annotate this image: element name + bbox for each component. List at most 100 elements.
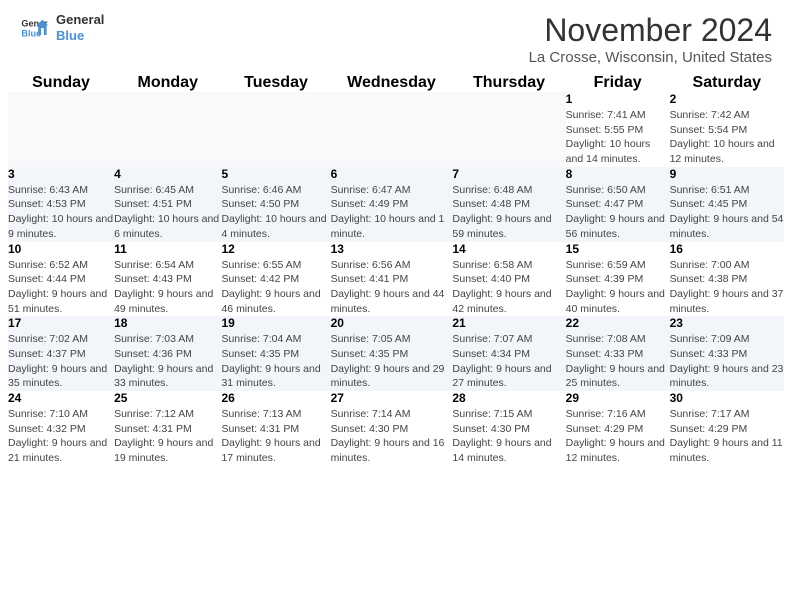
day-header-tuesday: Tuesday	[221, 74, 330, 92]
day-header-friday: Friday	[566, 74, 670, 92]
day-number: 17	[8, 316, 114, 330]
calendar-cell: 23Sunrise: 7:09 AMSunset: 4:33 PMDayligh…	[670, 316, 784, 391]
day-info: Sunrise: 7:02 AMSunset: 4:37 PMDaylight:…	[8, 332, 114, 391]
calendar-cell: 6 Sunrise: 6:47 AMSunset: 4:49 PMDaylight…	[331, 167, 453, 242]
day-info: Sunrise: 6:48 AMSunset: 4:48 PMDaylight:…	[452, 183, 565, 242]
day-info: Sunrise: 6:59 AMSunset: 4:39 PMDaylight:…	[566, 258, 670, 317]
calendar-cell: 9 Sunrise: 6:51 AMSunset: 4:45 PMDaylight…	[670, 167, 784, 242]
day-number: 22	[566, 316, 670, 330]
day-number: 24	[8, 391, 114, 405]
day-info: Sunrise: 6:55 AMSunset: 4:42 PMDaylight:…	[221, 258, 330, 317]
day-number: 25	[114, 391, 221, 405]
calendar-cell: 2 Sunrise: 7:42 AMSunset: 5:54 PMDaylight…	[670, 92, 784, 167]
calendar-cell	[8, 92, 114, 167]
day-info: Sunrise: 7:41 AMSunset: 5:55 PMDaylight:…	[566, 108, 670, 167]
day-info: Sunrise: 6:47 AMSunset: 4:49 PMDaylight:…	[331, 183, 453, 242]
day-info: Sunrise: 7:10 AMSunset: 4:32 PMDaylight:…	[8, 407, 114, 466]
title-block: November 2024 La Crosse, Wisconsin, Unit…	[529, 12, 772, 66]
header-row: SundayMondayTuesdayWednesdayThursdayFrid…	[8, 74, 784, 92]
day-header-thursday: Thursday	[452, 74, 565, 92]
day-number: 3	[8, 167, 114, 181]
calendar-cell: 4 Sunrise: 6:45 AMSunset: 4:51 PMDaylight…	[114, 167, 221, 242]
calendar-cell	[114, 92, 221, 167]
day-number: 8	[566, 167, 670, 181]
logo: General Blue GeneralBlue	[20, 12, 104, 43]
calendar-cell	[331, 92, 453, 167]
day-number: 7	[452, 167, 565, 181]
calendar-wrapper: SundayMondayTuesdayWednesdayThursdayFrid…	[0, 74, 792, 474]
day-number: 21	[452, 316, 565, 330]
day-number: 13	[331, 242, 453, 256]
logo-text: GeneralBlue	[56, 12, 104, 43]
week-row: 24 Sunrise: 7:10 AMSunset: 4:32 PMDayligh…	[8, 391, 784, 466]
day-number: 11	[114, 242, 221, 256]
calendar-cell: 21 Sunrise: 7:07 AMSunset: 4:34 PMDayligh…	[452, 316, 565, 391]
calendar-cell: 20Sunrise: 7:05 AMSunset: 4:35 PMDayligh…	[331, 316, 453, 391]
page-header: General Blue GeneralBlue November 2024 L…	[0, 0, 792, 74]
calendar-cell: 15Sunrise: 6:59 AMSunset: 4:39 PMDayligh…	[566, 242, 670, 317]
day-number: 4	[114, 167, 221, 181]
day-number: 2	[670, 92, 784, 106]
day-number: 10	[8, 242, 114, 256]
day-header-sunday: Sunday	[8, 74, 114, 92]
calendar-cell	[452, 92, 565, 167]
svg-text:Blue: Blue	[21, 28, 41, 38]
day-number: 12	[221, 242, 330, 256]
day-info: Sunrise: 6:58 AMSunset: 4:40 PMDaylight:…	[452, 258, 565, 317]
day-info: Sunrise: 7:08 AMSunset: 4:33 PMDaylight:…	[566, 332, 670, 391]
day-info: Sunrise: 7:12 AMSunset: 4:31 PMDaylight:…	[114, 407, 221, 466]
calendar-cell: 8 Sunrise: 6:50 AMSunset: 4:47 PMDaylight…	[566, 167, 670, 242]
calendar-cell: 18Sunrise: 7:03 AMSunset: 4:36 PMDayligh…	[114, 316, 221, 391]
day-number: 6	[331, 167, 453, 181]
day-header-saturday: Saturday	[670, 74, 784, 92]
day-info: Sunrise: 6:56 AMSunset: 4:41 PMDaylight:…	[331, 258, 453, 317]
calendar-cell: 28 Sunrise: 7:15 AMSunset: 4:30 PMDayligh…	[452, 391, 565, 466]
day-info: Sunrise: 6:43 AMSunset: 4:53 PMDaylight:…	[8, 183, 114, 242]
day-number: 9	[670, 167, 784, 181]
calendar-cell: 24 Sunrise: 7:10 AMSunset: 4:32 PMDayligh…	[8, 391, 114, 466]
day-number: 5	[221, 167, 330, 181]
day-info: Sunrise: 7:00 AMSunset: 4:38 PMDaylight:…	[670, 258, 784, 317]
day-info: Sunrise: 7:16 AMSunset: 4:29 PMDaylight:…	[566, 407, 670, 466]
day-number: 14	[452, 242, 565, 256]
day-number: 16	[670, 242, 784, 256]
calendar-cell: 16 Sunrise: 7:00 AMSunset: 4:38 PMDayligh…	[670, 242, 784, 317]
calendar-cell: 13 Sunrise: 6:56 AMSunset: 4:41 PMDayligh…	[331, 242, 453, 317]
calendar-cell	[221, 92, 330, 167]
calendar-cell: 17 Sunrise: 7:02 AMSunset: 4:37 PMDayligh…	[8, 316, 114, 391]
week-row: 10Sunrise: 6:52 AMSunset: 4:44 PMDayligh…	[8, 242, 784, 317]
calendar-cell: 14 Sunrise: 6:58 AMSunset: 4:40 PMDayligh…	[452, 242, 565, 317]
calendar-cell: 3 Sunrise: 6:43 AMSunset: 4:53 PMDaylight…	[8, 167, 114, 242]
day-info: Sunrise: 7:14 AMSunset: 4:30 PMDaylight:…	[331, 407, 453, 466]
logo-icon: General Blue	[20, 14, 48, 42]
day-info: Sunrise: 6:50 AMSunset: 4:47 PMDaylight:…	[566, 183, 670, 242]
day-number: 20	[331, 316, 453, 330]
day-info: Sunrise: 7:15 AMSunset: 4:30 PMDaylight:…	[452, 407, 565, 466]
day-info: Sunrise: 7:09 AMSunset: 4:33 PMDaylight:…	[670, 332, 784, 391]
day-info: Sunrise: 7:03 AMSunset: 4:36 PMDaylight:…	[114, 332, 221, 391]
day-number: 19	[221, 316, 330, 330]
calendar-cell: 22 Sunrise: 7:08 AMSunset: 4:33 PMDayligh…	[566, 316, 670, 391]
month-title: November 2024	[529, 12, 772, 49]
day-info: Sunrise: 7:42 AMSunset: 5:54 PMDaylight:…	[670, 108, 784, 167]
calendar-cell: 29 Sunrise: 7:16 AMSunset: 4:29 PMDayligh…	[566, 391, 670, 466]
week-row: 1 Sunrise: 7:41 AMSunset: 5:55 PMDaylight…	[8, 92, 784, 167]
day-number: 1	[566, 92, 670, 106]
week-row: 3 Sunrise: 6:43 AMSunset: 4:53 PMDaylight…	[8, 167, 784, 242]
calendar-cell: 26 Sunrise: 7:13 AMSunset: 4:31 PMDayligh…	[221, 391, 330, 466]
calendar-cell: 12 Sunrise: 6:55 AMSunset: 4:42 PMDayligh…	[221, 242, 330, 317]
day-info: Sunrise: 6:51 AMSunset: 4:45 PMDaylight:…	[670, 183, 784, 242]
day-info: Sunrise: 7:07 AMSunset: 4:34 PMDaylight:…	[452, 332, 565, 391]
day-number: 28	[452, 391, 565, 405]
calendar-cell: 1 Sunrise: 7:41 AMSunset: 5:55 PMDaylight…	[566, 92, 670, 167]
day-number: 26	[221, 391, 330, 405]
day-info: Sunrise: 7:13 AMSunset: 4:31 PMDaylight:…	[221, 407, 330, 466]
calendar-cell: 10Sunrise: 6:52 AMSunset: 4:44 PMDayligh…	[8, 242, 114, 317]
day-info: Sunrise: 6:45 AMSunset: 4:51 PMDaylight:…	[114, 183, 221, 242]
day-number: 30	[670, 391, 784, 405]
day-number: 29	[566, 391, 670, 405]
day-header-wednesday: Wednesday	[331, 74, 453, 92]
calendar-cell: 25 Sunrise: 7:12 AMSunset: 4:31 PMDayligh…	[114, 391, 221, 466]
day-info: Sunrise: 6:46 AMSunset: 4:50 PMDaylight:…	[221, 183, 330, 242]
calendar-cell: 27Sunrise: 7:14 AMSunset: 4:30 PMDayligh…	[331, 391, 453, 466]
